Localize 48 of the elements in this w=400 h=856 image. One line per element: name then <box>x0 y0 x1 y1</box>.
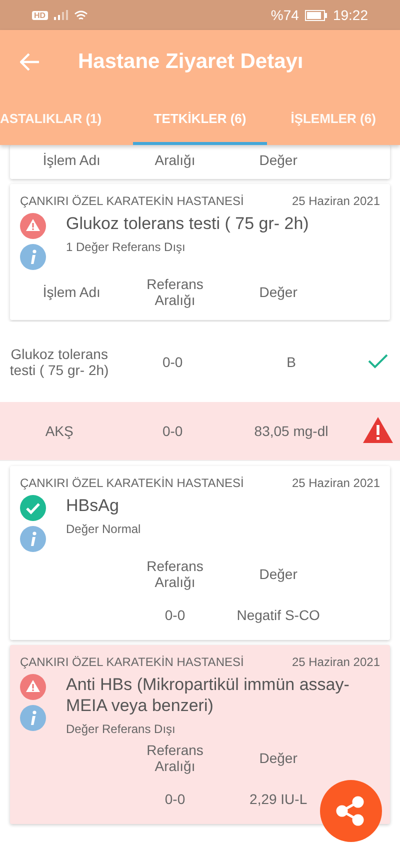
column-header: İşlem Adı <box>42 151 102 170</box>
column-header: Referans Aralığı <box>146 741 204 776</box>
column-header: Değer <box>258 749 298 768</box>
column-header: Aralığı <box>154 151 196 170</box>
info-icon[interactable] <box>20 244 46 270</box>
battery-percent: %74 <box>270 7 299 23</box>
result-note: Değer Referans Dışı <box>66 721 176 736</box>
test-name: HBsAg <box>66 495 120 516</box>
test-date: 25 Haziran 2021 <box>292 655 380 669</box>
table-cell-text: 0-0 <box>161 353 184 372</box>
table-cell-text: Glukoz tolerans testi ( 75 gr- 2h) <box>8 345 110 380</box>
column-header: Referans Aralığı <box>146 557 204 592</box>
hospital-name: ÇANKIRI ÖZEL KARATEKİN HASTANESİ <box>20 476 244 490</box>
table-cell-text: B <box>286 353 297 372</box>
table-cell-text: 83,05 mg-dl <box>253 422 330 441</box>
screen-title: Hastane Ziyaret Detayı <box>78 50 304 74</box>
table-cell-text: 0-0 <box>164 790 186 809</box>
test-name: Glukoz tolerans testi ( 75 gr- 2h) <box>66 213 310 234</box>
column-header: Değer <box>258 565 298 584</box>
test-card[interactable]: ÇANKIRI ÖZEL KARATEKİN HASTANESİ 25 Haziran 2021 Anti HBs (Mikropartikül immün assay-MEIA veya benzeri) Değer Referans Dışı Referans Aralığı Değer 0-0 2,29 IU-L <box>10 645 390 824</box>
wifi-icon <box>74 10 88 20</box>
table-cell-text: AKŞ <box>44 422 74 441</box>
column-header: İşlem Adı <box>42 283 102 302</box>
clock: 19:22 <box>332 7 368 23</box>
table-cell-text: 0-0 <box>161 422 184 441</box>
info-icon[interactable] <box>20 705 46 731</box>
column-header: Referans Aralığı <box>146 275 204 310</box>
signal-icon <box>54 10 68 20</box>
table-cell-text: 0-0 <box>164 606 186 625</box>
result-note: Değer Normal <box>66 521 141 536</box>
column-header: Değer <box>258 283 298 302</box>
test-card[interactable]: İşlem Adı Aralığı Değer <box>10 145 390 179</box>
column-header: Değer <box>258 151 298 170</box>
result-note: 1 Değer Referans Dışı <box>66 239 186 254</box>
network-label: HD <box>32 10 48 20</box>
info-icon[interactable] <box>20 526 46 552</box>
test-card[interactable]: ÇANKIRI ÖZEL KARATEKİN HASTANESİ 25 Haziran 2021 Glukoz tolerans testi ( 75 gr- 2h) 1 Değer Referans Dışı İşlem Adı Referans Aralığı Değer <box>10 184 390 320</box>
share-button[interactable] <box>320 780 382 842</box>
test-name: Anti HBs (Mikropartikül immün assay-MEIA veya benzeri) <box>66 674 350 716</box>
table-cell-text: 2,29 IU-L <box>248 790 308 809</box>
test-date: 25 Haziran 2021 <box>292 476 380 490</box>
battery-icon <box>304 10 327 20</box>
table-cell-text: Negatif S-CO <box>236 606 321 625</box>
test-date: 25 Haziran 2021 <box>292 194 380 208</box>
hospital-name: ÇANKIRI ÖZEL KARATEKİN HASTANESİ <box>20 194 244 208</box>
back-arrow-icon[interactable] <box>20 53 40 71</box>
test-card[interactable]: ÇANKIRI ÖZEL KARATEKİN HASTANESİ 25 Haziran 2021 HBsAg Değer Normal Referans Aralığı Değer 0-0 Negatif S-CO <box>10 466 390 640</box>
hospital-name: ÇANKIRI ÖZEL KARATEKİN HASTANESİ <box>20 655 244 669</box>
